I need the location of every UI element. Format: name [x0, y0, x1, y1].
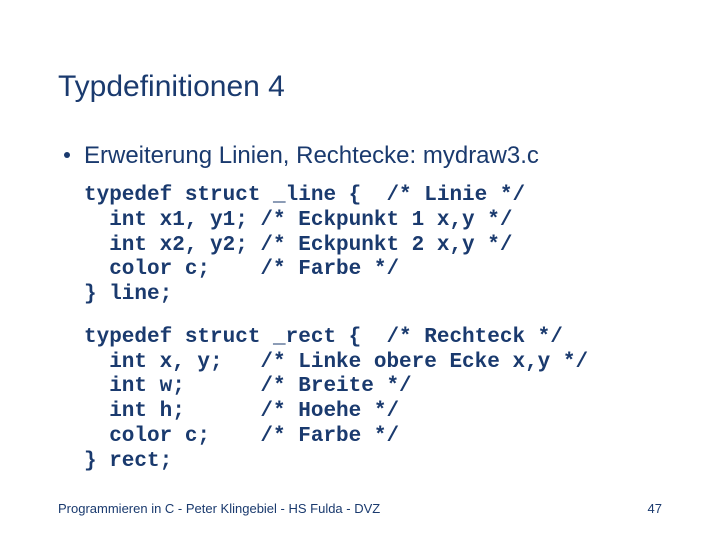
bullet-item: Erweiterung Linien, Rechtecke: mydraw3.c — [64, 142, 662, 170]
slide: Typdefinitionen 4 Erweiterung Linien, Re… — [0, 0, 720, 540]
slide-title: Typdefinitionen 4 — [58, 70, 662, 104]
bullet-dot-icon — [64, 152, 70, 158]
footer: Programmieren in C - Peter Klingebiel - … — [58, 501, 662, 516]
code-block-rect: typedef struct _rect { /* Rechteck */ in… — [84, 326, 662, 475]
footer-left: Programmieren in C - Peter Klingebiel - … — [58, 501, 380, 516]
code-block-line: typedef struct _line { /* Linie */ int x… — [84, 184, 662, 308]
page-number: 47 — [648, 501, 662, 516]
bullet-text: Erweiterung Linien, Rechtecke: mydraw3.c — [84, 142, 539, 170]
